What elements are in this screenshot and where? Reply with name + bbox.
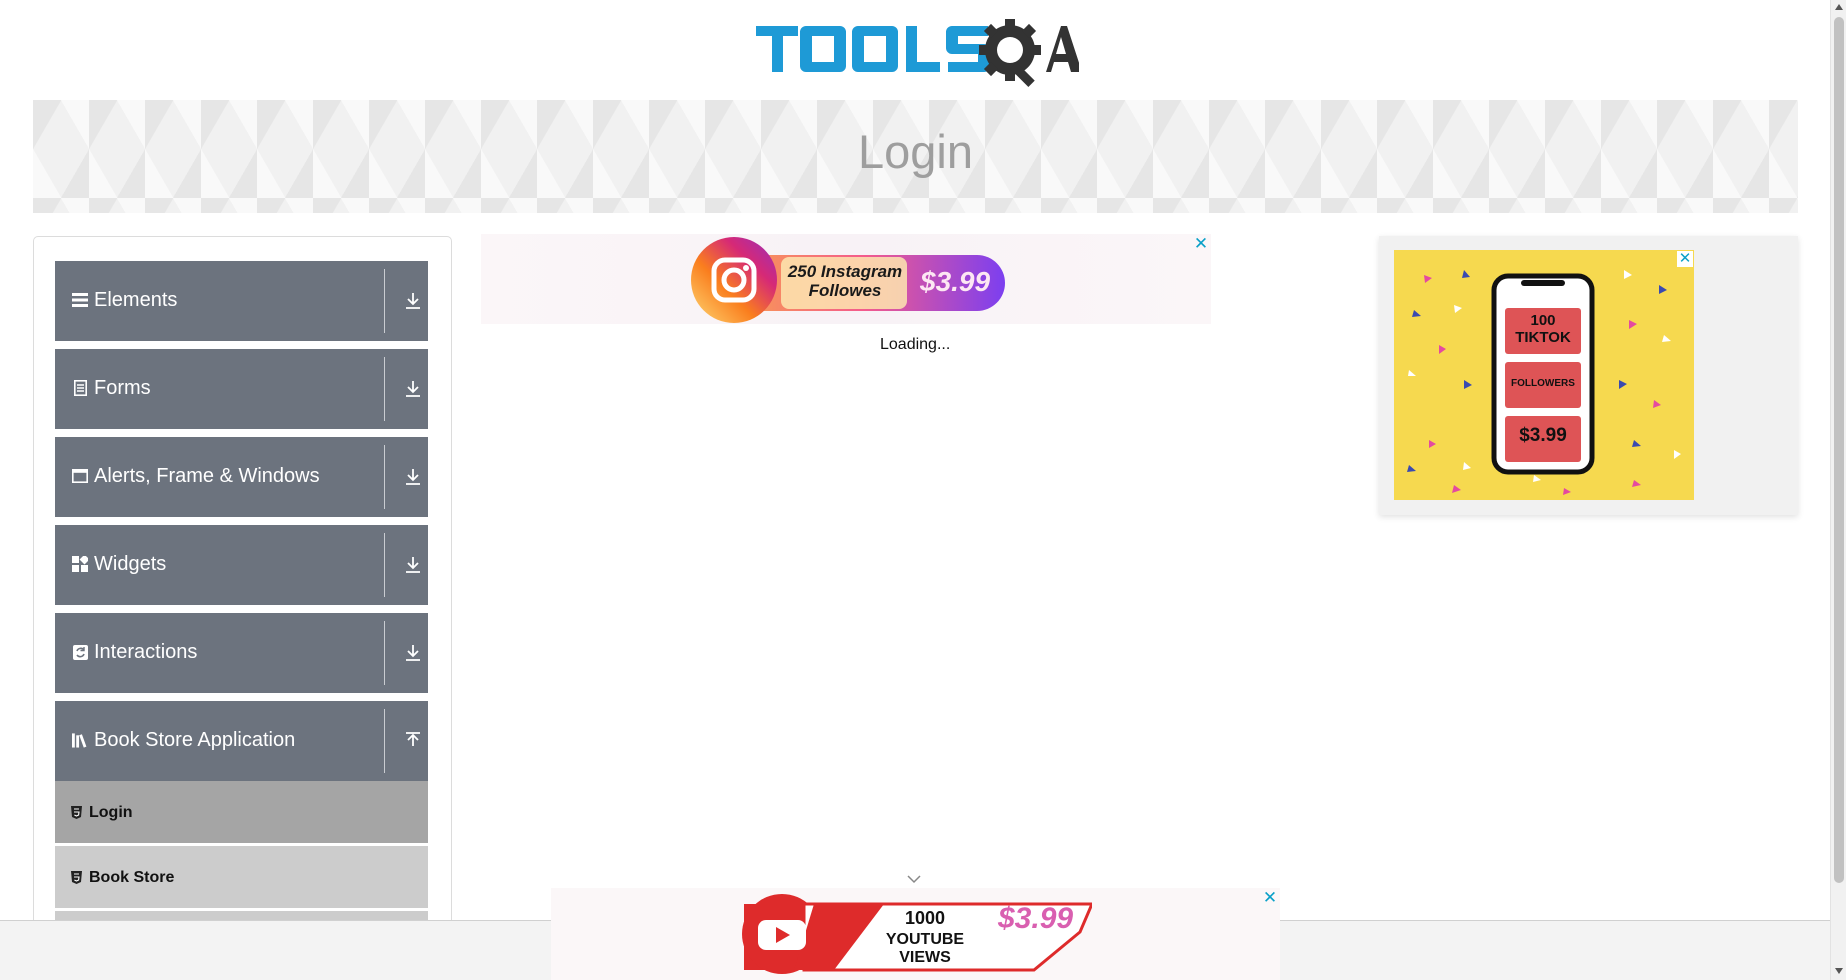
upload-arrow-icon[interactable] [404, 731, 422, 751]
download-arrow-icon[interactable] [404, 467, 422, 487]
sidebar-item-login[interactable]: Login [55, 781, 428, 843]
divider [384, 445, 385, 509]
sidebar-group-label: Book Store Application [94, 729, 296, 751]
sidebar-group-label: Alerts, Frame & Windows [94, 465, 320, 487]
divider [384, 357, 385, 421]
sidebar-group-label: Forms [94, 377, 151, 399]
divider [384, 709, 385, 773]
tiktok-ad[interactable]: 100 TIKTOK FOLLOWERS $3.99 [1394, 250, 1694, 500]
widgets-icon [72, 555, 88, 573]
interactions-icon [72, 643, 88, 661]
toolsqa-logo[interactable] [756, 14, 1082, 90]
divider [384, 621, 385, 685]
html5-icon [71, 806, 82, 819]
scroll-down-arrow-icon[interactable] [1835, 968, 1843, 974]
ad-close-button[interactable]: ✕ [1262, 889, 1278, 906]
page-title: Login [858, 125, 973, 178]
download-arrow-icon[interactable] [404, 379, 422, 399]
window-icon [72, 467, 88, 485]
vertical-scrollbar[interactable] [1830, 0, 1846, 980]
sidebar: Elements Forms Alerts, Frame & Windows W… [33, 236, 452, 980]
youtube-ad-line1: 1000 [904, 908, 946, 928]
sidebar-group-widgets[interactable]: Widgets [55, 525, 428, 605]
books-icon [72, 731, 88, 749]
youtube-ad-line2: YOUTUBE VIEWS [885, 931, 965, 966]
sidebar-group-alerts-frame-windows[interactable]: Alerts, Frame & Windows [55, 437, 428, 517]
tiktok-ad-line3: FOLLOWERS [1511, 378, 1575, 389]
document-icon [72, 379, 88, 397]
hamburger-icon [72, 291, 88, 309]
sidebar-group-elements[interactable]: Elements [55, 261, 428, 341]
sidebar-group-label: Widgets [94, 553, 167, 575]
sidebar-item-book-store[interactable]: Book Store [55, 846, 428, 908]
scrollbar-thumb[interactable] [1834, 17, 1844, 883]
youtube-ad-price: $3.99 [998, 902, 1074, 935]
sidebar-item-label: Login [89, 804, 133, 821]
tiktok-ad-line2: TIKTOK [1515, 329, 1571, 346]
download-arrow-icon[interactable] [404, 291, 422, 311]
loading-text: Loading... [880, 336, 951, 353]
sidebar-group-label: Interactions [94, 641, 198, 663]
html5-icon [71, 871, 82, 884]
divider [384, 533, 385, 597]
download-arrow-icon[interactable] [404, 643, 422, 663]
tiktok-ad-price: $3.99 [1519, 425, 1567, 446]
divider [384, 269, 385, 333]
page-banner: Login [33, 100, 1798, 213]
instagram-ad-headline: 250 Instagram Followes [787, 262, 903, 300]
ad-close-button[interactable]: ✕ [1193, 235, 1209, 252]
scroll-up-arrow-icon[interactable] [1835, 4, 1843, 10]
ad-close-button[interactable]: ✕ [1677, 251, 1693, 267]
chevron-down-icon[interactable] [905, 872, 923, 884]
sidebar-group-interactions[interactable]: Interactions [55, 613, 428, 693]
sidebar-group-book-store-application[interactable]: Book Store Application [55, 701, 428, 781]
toolsqa-logo-image [756, 19, 1082, 88]
sidebar-group-forms[interactable]: Forms [55, 349, 428, 429]
page: Login Elements Forms Alerts, Frame & Win… [0, 0, 1846, 980]
sidebar-item-label: Book Store [89, 869, 175, 886]
sidebar-group-label: Elements [94, 289, 178, 311]
instagram-ad-price: $3.99 [920, 266, 991, 297]
download-arrow-icon[interactable] [404, 555, 422, 575]
tiktok-ad-line1: 100 [1530, 312, 1556, 329]
